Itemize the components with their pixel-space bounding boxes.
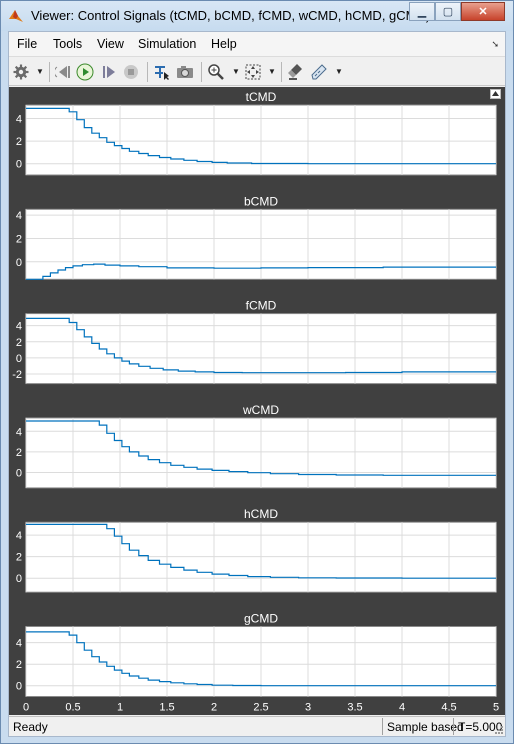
x-tick-label: 5 [493,702,499,714]
x-tick-label: 4.5 [441,702,456,714]
snapshot-button[interactable] [175,62,195,82]
y-tick-label: 0 [16,353,22,365]
gear-icon [13,64,29,80]
status-bar: Ready Sample based T=5.000 [9,716,505,736]
stop-button[interactable] [121,62,141,82]
step-back-button[interactable] [53,62,73,82]
toolbar-separator [49,62,50,82]
menu-bar: File Tools View Simulation Help ➘ [9,32,505,56]
y-tick-label: -2 [12,369,22,381]
menu-help[interactable]: Help [211,37,237,51]
scope-plots[interactable]: tCMD 0 2 4 bCMD 0 2 4 fCMD -2 0 2 4 wCMD 0 2 4 hCMD 0 2 4 gCM… [9,87,505,715]
y-tick-label: 2 [16,337,22,349]
toolbar-separator [281,62,282,82]
viewer-client: File Tools View Simulation Help ➘ ▼ ▼ ▼ … [8,31,506,737]
menu-view[interactable]: View [97,37,124,51]
close-button[interactable]: ✕ [461,2,505,21]
y-tick-label: 0 [16,681,22,693]
signal-selector-button[interactable] [152,62,172,82]
menu-simulation[interactable]: Simulation [138,37,196,51]
y-tick-label: 2 [16,659,22,671]
x-tick-label: 1 [117,702,123,714]
highlight-icon [288,64,302,80]
maximize-icon: ▢ [442,6,454,18]
minimize-icon: ▁ [417,6,427,18]
matlab-logo-icon [9,10,23,22]
zoom-in-button[interactable] [206,62,226,82]
signal-selector-icon [155,66,169,80]
y-tick-label: 0 [16,159,22,171]
x-tick-label: 3.5 [347,702,362,714]
x-tick-label: 1.5 [159,702,174,714]
plot-title: gCMD [244,612,278,626]
plot-title: bCMD [244,194,278,208]
step-forward-button[interactable] [99,62,119,82]
window-title: Viewer: Control Signals (tCMD, bCMD, fCM… [31,8,431,23]
measure-icon [311,64,327,80]
title-bar[interactable]: Viewer: Control Signals (tCMD, bCMD, fCM… [1,1,513,31]
fit-to-view-button[interactable] [243,62,263,82]
zoom-dropdown-icon[interactable]: ▼ [232,67,240,76]
toolbar-separator [201,62,202,82]
y-tick-label: 4 [16,530,22,542]
y-tick-label: 2 [16,136,22,148]
y-tick-label: 0 [16,467,22,479]
highlight-button[interactable] [286,62,306,82]
undock-icon[interactable] [490,89,501,99]
plot-title: hCMD [244,507,278,521]
menu-tools[interactable]: Tools [53,37,82,51]
fit-dropdown-icon[interactable]: ▼ [268,67,276,76]
toolbar: ▼ ▼ ▼ ▼ [9,56,505,86]
status-ready: Ready [13,720,48,734]
measure-button[interactable] [309,62,329,82]
step-back-icon [55,66,70,78]
y-tick-label: 4 [16,426,22,438]
x-tick-label: 0.5 [65,702,80,714]
plot-title: wCMD [242,403,279,417]
y-tick-label: 4 [16,321,22,333]
plot-area: tCMD 0 2 4 bCMD 0 2 4 fCMD -2 0 2 4 wCMD 0 2 4 hCMD 0 2 4 gCM… [9,87,505,715]
y-tick-label: 0 [16,257,22,269]
y-tick-label: 0 [16,573,22,585]
run-button[interactable] [75,62,95,82]
plot-title: fCMD [246,299,277,313]
plot-title: tCMD [246,90,277,104]
x-tick-label: 4 [399,702,405,714]
x-tick-label: 2 [211,702,217,714]
measure-dropdown-icon[interactable]: ▼ [335,67,343,76]
x-tick-label: 0 [23,702,29,714]
viewer-window: Viewer: Control Signals (tCMD, bCMD, fCM… [0,0,514,744]
settings-button[interactable] [11,62,31,82]
y-tick-label: 4 [16,114,22,126]
minimize-button[interactable]: ▁ [409,2,435,21]
zoom-in-icon [208,64,224,80]
y-tick-label: 4 [16,638,22,650]
y-tick-label: 2 [16,552,22,564]
x-tick-label: 2.5 [253,702,268,714]
resize-grip-icon[interactable] [494,725,504,735]
x-tick-label: 3 [305,702,311,714]
toolbar-separator [147,62,148,82]
camera-icon [177,66,193,78]
maximize-button[interactable]: ▢ [435,2,461,21]
y-tick-label: 2 [16,233,22,245]
step-forward-icon [103,66,115,78]
y-tick-label: 4 [16,210,22,222]
run-icon [76,63,94,81]
menu-expand-icon[interactable]: ➘ [491,39,499,50]
stop-icon [124,65,138,79]
close-icon: ✕ [478,6,488,18]
y-tick-label: 2 [16,447,22,459]
fit-to-view-icon [245,64,261,80]
menu-file[interactable]: File [17,37,37,51]
settings-dropdown-icon[interactable]: ▼ [36,67,44,76]
